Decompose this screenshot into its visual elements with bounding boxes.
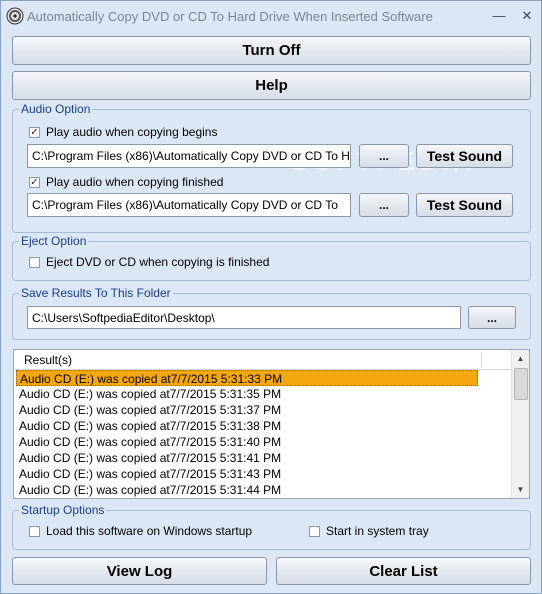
results-rows: Audio CD (E:) was copied at7/7/2015 5:31… bbox=[16, 370, 511, 498]
play-finish-label: Play audio when copying finished bbox=[46, 175, 224, 189]
system-tray-label: Start in system tray bbox=[326, 524, 429, 538]
minimize-icon[interactable]: — bbox=[491, 8, 507, 23]
view-log-button[interactable]: View Log bbox=[12, 557, 267, 585]
save-folder-input[interactable]: C:\Users\SoftpediaEditor\Desktop\ bbox=[27, 306, 461, 329]
list-item[interactable]: Audio CD (E:) was copied at7/7/2015 5:31… bbox=[16, 434, 511, 450]
column-divider[interactable] bbox=[481, 352, 482, 368]
turn-off-button[interactable]: Turn Off bbox=[12, 36, 531, 65]
close-icon[interactable]: ✕ bbox=[519, 8, 535, 24]
vertical-scrollbar[interactable]: ▲ ▼ bbox=[511, 350, 529, 498]
window-title: Automatically Copy DVD or CD To Hard Dri… bbox=[27, 9, 433, 24]
results-column-header[interactable]: Result(s) bbox=[14, 350, 511, 370]
list-item[interactable]: Audio CD (E:) was copied at7/7/2015 5:31… bbox=[16, 386, 511, 402]
browse-save-folder-button[interactable]: ... bbox=[468, 306, 516, 329]
list-item[interactable]: Audio CD (E:) was copied at7/7/2015 5:31… bbox=[16, 418, 511, 434]
play-begin-checkbox[interactable]: ✓ Play audio when copying begins bbox=[29, 125, 217, 139]
list-item[interactable]: Audio CD (E:) was copied at7/7/2015 5:31… bbox=[16, 466, 511, 482]
system-tray-check-icon[interactable] bbox=[309, 525, 320, 537]
browse-begin-sound-button[interactable]: ... bbox=[359, 144, 409, 168]
system-tray-checkbox[interactable]: Start in system tray bbox=[309, 524, 429, 538]
help-button[interactable]: Help bbox=[12, 71, 531, 100]
audio-option-legend: Audio Option bbox=[19, 102, 93, 116]
list-item[interactable]: Audio CD (E:) was copied at7/7/2015 5:31… bbox=[16, 402, 511, 418]
eject-check-icon[interactable] bbox=[29, 256, 40, 268]
list-item[interactable]: Audio CD (E:) was copied at7/7/2015 5:31… bbox=[16, 450, 511, 466]
startup-options-legend: Startup Options bbox=[19, 503, 107, 517]
results-list[interactable]: Result(s) Audio CD (E:) was copied at7/7… bbox=[13, 349, 530, 499]
test-finish-sound-button[interactable]: Test Sound bbox=[416, 193, 513, 217]
eject-label: Eject DVD or CD when copying is finished bbox=[46, 255, 270, 269]
play-finish-check-icon[interactable]: ✓ bbox=[29, 176, 40, 188]
list-item[interactable]: Audio CD (E:) was copied at7/7/2015 5:31… bbox=[16, 482, 511, 498]
scroll-up-icon[interactable]: ▲ bbox=[512, 350, 529, 367]
begin-sound-path-input[interactable]: C:\Program Files (x86)\Automatically Cop… bbox=[27, 144, 351, 168]
browse-finish-sound-button[interactable]: ... bbox=[359, 193, 409, 217]
eject-checkbox[interactable]: Eject DVD or CD when copying is finished bbox=[29, 255, 269, 269]
play-finish-checkbox[interactable]: ✓ Play audio when copying finished bbox=[29, 175, 223, 189]
save-results-legend: Save Results To This Folder bbox=[19, 286, 173, 300]
finish-sound-path-input[interactable]: C:\Program Files (x86)\Automatically Cop… bbox=[27, 193, 351, 217]
app-disc-icon[interactable] bbox=[6, 7, 24, 25]
load-on-startup-checkbox[interactable]: Load this software on Windows startup bbox=[29, 524, 252, 538]
load-on-startup-label: Load this software on Windows startup bbox=[46, 524, 253, 538]
load-on-startup-check-icon[interactable] bbox=[29, 525, 40, 537]
clear-list-button[interactable]: Clear List bbox=[276, 557, 531, 585]
scroll-down-icon[interactable]: ▼ bbox=[512, 481, 529, 498]
eject-option-legend: Eject Option bbox=[19, 234, 89, 248]
play-begin-label: Play audio when copying begins bbox=[46, 125, 218, 139]
title-bar[interactable]: Automatically Copy DVD or CD To Hard Dri… bbox=[1, 1, 541, 33]
results-header-label: Result(s) bbox=[24, 353, 73, 367]
app-window: Automatically Copy DVD or CD To Hard Dri… bbox=[0, 0, 542, 594]
scroll-thumb[interactable] bbox=[514, 368, 528, 400]
play-begin-check-icon[interactable]: ✓ bbox=[29, 126, 40, 138]
list-item[interactable]: Audio CD (E:) was copied at7/7/2015 5:31… bbox=[16, 370, 478, 386]
test-begin-sound-button[interactable]: Test Sound bbox=[416, 144, 513, 168]
